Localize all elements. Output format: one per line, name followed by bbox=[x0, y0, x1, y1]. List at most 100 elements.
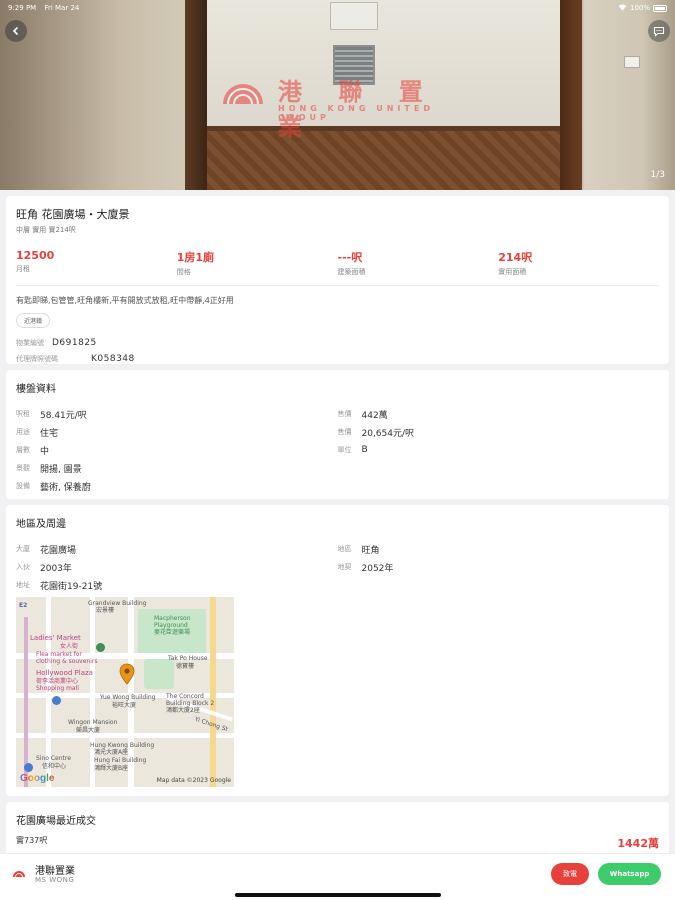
stat-value: ---呎 bbox=[337, 251, 363, 264]
transit-icon bbox=[52, 696, 61, 705]
map-label: Building Block 2 bbox=[166, 700, 215, 707]
section-title: 樓盤資料 bbox=[16, 384, 56, 395]
battery-percent: 100% bbox=[629, 4, 650, 12]
chat-icon bbox=[653, 26, 665, 37]
listing-subtitle: 中層 實用 實214呎 bbox=[16, 226, 76, 234]
unit-info-left: 呎租 58.41元/呎 用途 住宅 層數 中 景觀 開揚, 園景 設備 藝術, 保養廚 bbox=[16, 405, 338, 495]
google-logo: Google bbox=[20, 773, 55, 784]
map-label: Grandview Building bbox=[88, 600, 147, 607]
area-info-card: 地區及周邊 大廈 花園廣場 入伙 2003年 地址 花園街19-21號 地區 旺角 地契… bbox=[6, 505, 669, 796]
listing-stats: 12500 月租 1房1廁 間格 ---呎 建築面積 214呎 實用面積 bbox=[16, 249, 659, 277]
info-row: 用途 住宅 bbox=[16, 423, 338, 441]
listing-title: 旺角 花園廣場・大廈景 bbox=[16, 208, 130, 221]
map-label: Ladies' Market bbox=[30, 634, 81, 642]
map-label: Playground bbox=[154, 622, 188, 629]
property-photo[interactable]: 港 聯 置 業 HONG KONG UNITED GROUP bbox=[0, 0, 675, 190]
agent-company: 港聯置業 bbox=[35, 866, 75, 877]
whatsapp-button[interactable]: Whatsapp bbox=[598, 863, 661, 885]
info-key: 呎租 bbox=[16, 410, 30, 418]
stat-gross-area: ---呎 建築面積 bbox=[338, 249, 499, 277]
message-button[interactable] bbox=[648, 20, 670, 42]
info-value: 58.41元/呎 bbox=[40, 410, 87, 421]
info-row: 售價 442萬 bbox=[338, 405, 660, 423]
license-row: 代理牌照號碼 K058348 bbox=[16, 354, 659, 364]
location-pin-icon bbox=[119, 663, 135, 685]
stat-label: 實用面積 bbox=[498, 268, 527, 276]
agent-name: MS WONG bbox=[35, 876, 75, 884]
stat-value: 214呎 bbox=[498, 251, 533, 264]
info-value: 442萬 bbox=[361, 410, 388, 421]
company-logo-icon bbox=[223, 84, 263, 105]
info-value: 藝術, 保養廚 bbox=[40, 482, 91, 493]
info-value: 2052年 bbox=[361, 563, 394, 574]
info-row: 入伙 2003年 bbox=[16, 558, 338, 576]
listing-description: 有匙即睇,包管管,旺角樓新,平有開放式放租,旺中帶靜,4正好用 bbox=[16, 296, 234, 305]
home-indicator[interactable] bbox=[235, 893, 441, 897]
reference-label: 物業編號 bbox=[16, 339, 44, 347]
transaction-price: 1442萬 bbox=[617, 837, 659, 850]
map-label: Hung Kwong Building bbox=[90, 742, 155, 749]
info-key: 入伙 bbox=[16, 563, 30, 571]
map-label: Flea market for bbox=[36, 651, 82, 658]
status-bar: 9:29 PM Fri Mar 24 100% bbox=[0, 0, 675, 16]
map-label: 麥花臣遊樂場 bbox=[154, 629, 191, 636]
map-label: 榮昌大廈 bbox=[76, 727, 101, 734]
section-title: 花園廣場最近成交 bbox=[16, 816, 96, 827]
info-value: 2003年 bbox=[40, 563, 72, 574]
map-label: 荷李活商業中心 bbox=[36, 678, 79, 685]
info-value: 花園街19-21號 bbox=[40, 581, 103, 592]
map-label: Macpherson bbox=[154, 615, 191, 622]
stat-value: 1房1廁 bbox=[176, 251, 215, 264]
stat-rent: 12500 月租 bbox=[16, 249, 177, 277]
reference-number: D691825 bbox=[52, 338, 97, 348]
location-map[interactable]: E2 Grandview Building 宏景樓 Macpherson Pla… bbox=[16, 597, 234, 787]
unit-info-right: 售價 442萬 售價 20,654元/呎 單位 B bbox=[338, 405, 660, 495]
info-key: 設備 bbox=[16, 482, 30, 490]
reference-row: 物業編號 D691825 bbox=[16, 338, 659, 348]
info-key: 景觀 bbox=[16, 464, 30, 472]
area-info-right: 地區 旺角 地契 2052年 bbox=[338, 540, 660, 594]
stat-layout: 1房1廁 間格 bbox=[177, 249, 338, 277]
divider bbox=[16, 285, 659, 286]
photo-counter: 1/3 bbox=[650, 170, 665, 180]
info-key: 地址 bbox=[16, 581, 30, 589]
watermark: 港 聯 置 業 HONG KONG UNITED GROUP bbox=[218, 72, 468, 141]
license-label: 代理牌照號碼 bbox=[16, 355, 58, 363]
info-key: 大廈 bbox=[16, 545, 30, 553]
listing-summary-card: 旺角 花園廣場・大廈景 中層 實用 實214呎 12500 月租 1房1廁 間格… bbox=[6, 196, 669, 364]
info-key: 單位 bbox=[337, 446, 352, 454]
map-label: Sino Centre bbox=[36, 755, 71, 762]
info-value: B bbox=[361, 445, 368, 455]
info-value: 開揚, 園景 bbox=[40, 464, 82, 475]
map-label: 德寶樓 bbox=[176, 663, 195, 670]
back-button[interactable] bbox=[5, 20, 27, 42]
info-row: 景觀 開揚, 園景 bbox=[16, 459, 338, 477]
map-label: 宏景樓 bbox=[96, 607, 115, 614]
info-row: 售價 20,654元/呎 bbox=[338, 423, 660, 441]
chevron-left-icon bbox=[12, 26, 19, 36]
map-label: 鴻輝大廈B座 bbox=[94, 765, 129, 772]
info-row: 層數 中 bbox=[16, 441, 338, 459]
map-label: Yue Wong Building bbox=[100, 694, 156, 701]
map-label: clothing & souvenirs bbox=[36, 658, 98, 665]
info-value: 旺角 bbox=[361, 545, 380, 556]
map-label: E2 bbox=[19, 602, 28, 609]
info-value: 20,654元/呎 bbox=[361, 428, 415, 439]
info-key: 地區 bbox=[337, 545, 352, 553]
call-button[interactable]: 致電 bbox=[551, 863, 589, 885]
stat-label: 月租 bbox=[16, 265, 30, 273]
battery-icon bbox=[653, 4, 667, 12]
map-label: 鴻光大廈A座 bbox=[94, 749, 129, 756]
agent-bar: 港聯置業 MS WONG 致電 Whatsapp bbox=[0, 853, 675, 900]
transaction-row[interactable]: 實737呎 1442萬 bbox=[16, 835, 659, 851]
watermark-english: HONG KONG UNITED GROUP bbox=[278, 104, 434, 122]
map-label: Tak Po House bbox=[168, 655, 208, 662]
info-row: 設備 藝術, 保養廚 bbox=[16, 477, 338, 495]
info-row: 大廈 花園廣場 bbox=[16, 540, 338, 558]
transit-icon bbox=[24, 763, 33, 772]
info-key: 售價 bbox=[337, 428, 352, 436]
feature-tag: 近港鐵 bbox=[16, 313, 51, 328]
unit-info-card: 樓盤資料 呎租 58.41元/呎 用途 住宅 層數 中 景觀 開揚, 園景 設備 藝術, … bbox=[6, 370, 669, 499]
area-info-left: 大廈 花園廣場 入伙 2003年 地址 花園街19-21號 bbox=[16, 540, 338, 594]
info-row: 地址 花園街19-21號 bbox=[16, 576, 338, 594]
